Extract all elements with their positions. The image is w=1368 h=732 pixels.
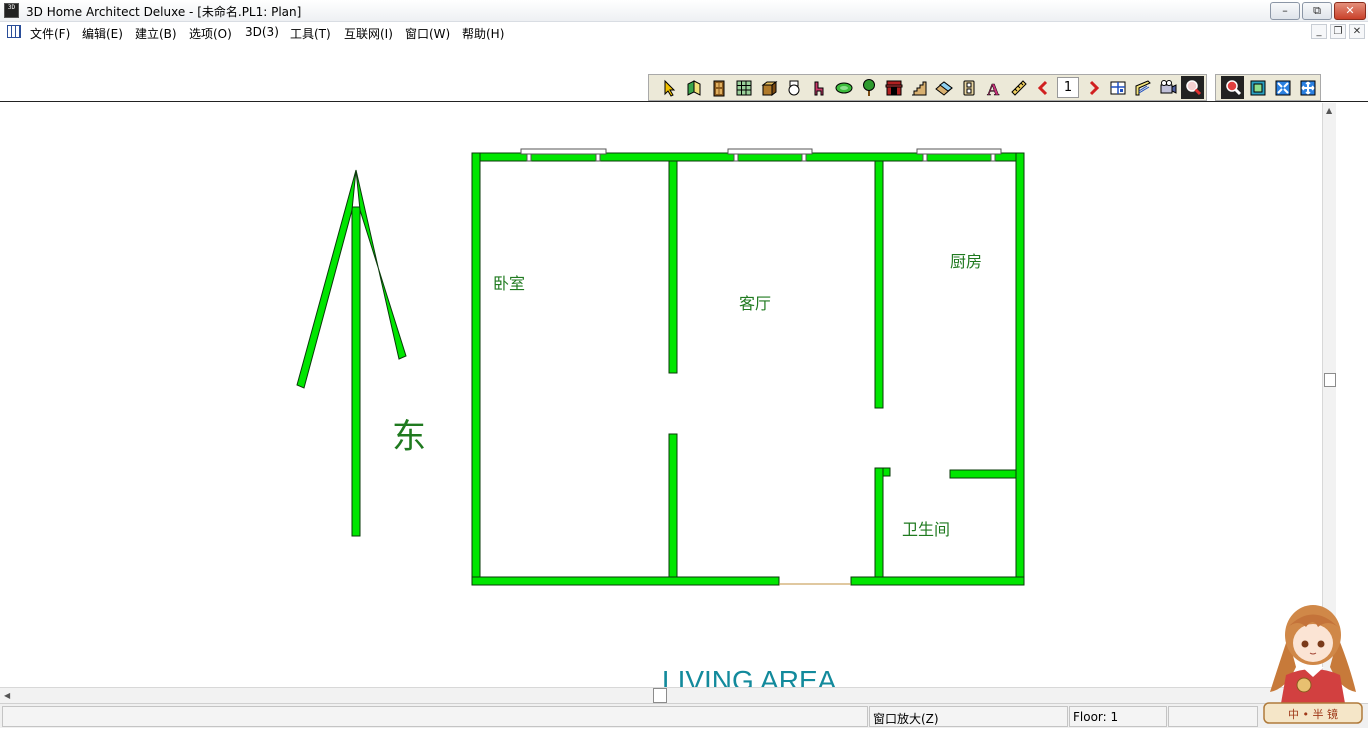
next-floor-icon[interactable] [1081,76,1104,99]
status-floor: Floor: 1 [1069,706,1167,727]
elevation-view-icon[interactable] [1131,76,1154,99]
electrical-tool-icon[interactable] [957,76,980,99]
menu-edit[interactable]: 编辑(E) [82,25,123,42]
app-icon[interactable]: 3D [4,3,19,18]
mdi-restore-button[interactable]: ❐ [1330,24,1346,39]
window-title: 3D Home Architect Deluxe - [未命名.PL1: Pla… [26,5,302,19]
menu-build[interactable]: 建立(B) [135,25,177,42]
zoom-in-icon[interactable] [1221,76,1244,99]
mdi-minimize-button[interactable]: _ [1311,24,1327,39]
menu-tools[interactable]: 工具(T) [290,25,331,42]
plan-canvas[interactable]: 东 卧室 客厅 厨房 卫生间 LIVING AREA [0,103,1322,687]
fireplace-tool-icon[interactable] [882,76,905,99]
dimension-tool-icon[interactable] [1007,76,1030,99]
menu-help[interactable]: 帮助(H) [462,25,504,42]
wall-tool-icon[interactable] [682,76,705,99]
minimize-button[interactable]: – [1270,2,1300,20]
zoom-extents-icon[interactable] [1296,76,1319,99]
toolbar-area: A 1 [0,42,1368,102]
camera-view-icon[interactable] [1156,76,1179,99]
main-toolbar: A 1 [648,74,1207,101]
close-button[interactable]: ✕ [1334,2,1366,20]
plant-tool-icon[interactable] [857,76,880,99]
status-message [2,706,868,727]
compass-arrow[interactable] [296,169,407,537]
landscape-tool-icon[interactable] [832,76,855,99]
mascot-avatar: 中 • 半 镜 [1258,597,1368,728]
zoom-tool-icon[interactable] [1181,76,1204,99]
zoom-window-icon[interactable] [1246,76,1269,99]
title-bar: 3D 3D Home Architect Deluxe - [未命名.PL1: … [0,0,1368,22]
menu-3d[interactable]: 3D(3) [245,25,279,39]
horizontal-scroll-thumb[interactable] [653,688,667,703]
roof-tool-icon[interactable] [932,76,955,99]
fill-window-icon[interactable] [1271,76,1294,99]
text-tool-icon[interactable]: A [982,76,1005,99]
horizontal-scrollbar[interactable]: ◀ [0,687,1336,703]
mascot-caption: 中 • 半 镜 [1288,707,1338,721]
menu-options[interactable]: 选项(O) [189,25,232,42]
menu-bar: 文件(F) 编辑(E) 建立(B) 选项(O) 3D(3) 工具(T) 互联网(… [0,22,1368,42]
mdi-close-button[interactable]: ✕ [1349,24,1365,39]
area-label[interactable]: LIVING AREA [662,665,837,687]
scroll-up-icon[interactable]: ▲ [1326,106,1332,115]
select-tool-icon[interactable] [657,76,680,99]
room-label-living[interactable]: 客厅 [739,294,771,313]
status-extra [1168,706,1258,727]
restore-button[interactable]: ⧉ [1302,2,1332,20]
furniture-tool-icon[interactable] [807,76,830,99]
vertical-scroll-thumb[interactable] [1324,373,1336,387]
scroll-left-icon[interactable]: ◀ [4,691,10,700]
fixture-tool-icon[interactable] [782,76,805,99]
zoom-toolbar [1215,74,1321,101]
stairs-tool-icon[interactable] [907,76,930,99]
menu-window[interactable]: 窗口(W) [405,25,450,42]
interior-walls[interactable] [668,160,1017,578]
svg-text:A: A [987,80,1000,97]
prev-floor-icon[interactable] [1032,76,1055,99]
door-tool-icon[interactable] [707,76,730,99]
document-icon[interactable] [7,25,21,38]
plan-view-icon[interactable] [1106,76,1129,99]
window-tool-icon[interactable] [732,76,755,99]
status-bar: 窗口放大(Z) Floor: 1 [0,703,1368,728]
floor-plan[interactable]: 东 卧室 客厅 厨房 卫生间 LIVING AREA [0,103,1322,687]
floor-number: 1 [1057,77,1079,98]
menu-internet[interactable]: 互联网(I) [344,25,393,42]
room-label-kitchen[interactable]: 厨房 [950,252,982,271]
room-label-bathroom[interactable]: 卫生间 [902,520,950,539]
compass-label: 东 [392,417,426,457]
cabinet-tool-icon[interactable] [757,76,780,99]
menu-file[interactable]: 文件(F) [30,25,70,42]
status-command: 窗口放大(Z) [869,706,1068,727]
room-label-bedroom[interactable]: 卧室 [493,274,525,293]
